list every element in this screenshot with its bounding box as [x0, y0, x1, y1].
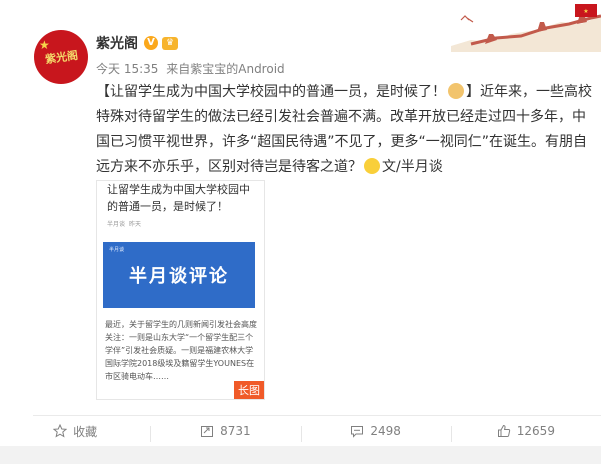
long-image-thumbnail[interactable]: 让留学生成为中国大学校园中的普通一员，是时候了！ 半月谈 昨天 半月谈 半月谈评论…	[96, 180, 265, 400]
comment-count: 2498	[370, 424, 401, 438]
clap-emoji-icon	[448, 83, 464, 99]
svg-text:★: ★	[583, 8, 588, 15]
avatar[interactable]: ★ 紫光阁	[34, 30, 88, 84]
post-meta: 今天 15:35 来自紫宝宝的Android	[96, 60, 285, 77]
thumbs-up-icon	[497, 424, 510, 437]
favorite-button[interactable]: 收藏	[0, 423, 150, 440]
smile-emoji-icon	[364, 158, 380, 174]
like-count: 12659	[516, 424, 555, 438]
thumbnail-banner: 半月谈 半月谈评论	[103, 242, 255, 308]
thumbnail-byline: 半月谈 昨天	[107, 219, 141, 228]
page-bottom-strip	[0, 446, 601, 464]
comment-button[interactable]: 2498	[300, 424, 451, 442]
post-content: 【让留学生成为中国大学校园中的普通一员，是时候了！ 】近年来，一些高校特殊对待留学…	[96, 80, 596, 180]
weibo-post-card: ★ ★ 紫光阁 紫光阁 V ♛ 今天 15:35 来自紫宝宝的Android 【…	[0, 0, 601, 464]
star-outline-icon	[53, 424, 68, 438]
via-prefix: 来自	[166, 62, 191, 76]
action-bar: 收藏 8731 2498 12659	[0, 416, 601, 446]
repost-count: 8731	[220, 424, 251, 438]
thumbnail-banner-brand: 半月谈	[109, 247, 125, 253]
post-text-part-3: 文/半月谈	[382, 159, 443, 175]
comment-icon	[351, 426, 364, 438]
vip-badge-icon: ♛	[162, 36, 178, 50]
thumbnail-time: 昨天	[129, 221, 142, 228]
thumbnail-banner-title: 半月谈评论	[129, 266, 229, 287]
favorite-label: 收藏	[73, 424, 98, 439]
thumbnail-body-text: 最近，关于留学生的几则新闻引发社会高度关注：一则是山东大学“一个留学生配三个学伴…	[105, 320, 257, 381]
via-source[interactable]: 紫宝宝的Android	[190, 62, 284, 76]
thumbnail-source: 半月谈	[107, 221, 126, 228]
avatar-logo-text: 紫光阁	[43, 48, 79, 67]
repost-icon	[201, 426, 214, 437]
long-image-badge: 长图	[234, 381, 264, 399]
great-wall-banner: ★	[451, 0, 601, 52]
verified-badge-icon: V	[144, 36, 158, 50]
repost-button[interactable]: 8731	[150, 424, 300, 442]
post-time[interactable]: 今天 15:35	[96, 62, 158, 76]
post-text-part-1: 【让留学生成为中国大学校园中的普通一员，是时候了！	[96, 84, 446, 100]
like-button[interactable]: 12659	[450, 424, 601, 442]
author-row: 紫光阁 V ♛	[96, 33, 178, 53]
author-name[interactable]: 紫光阁	[96, 33, 138, 53]
thumbnail-title: 让留学生成为中国大学校园中的普通一员，是时候了！	[107, 183, 250, 213]
